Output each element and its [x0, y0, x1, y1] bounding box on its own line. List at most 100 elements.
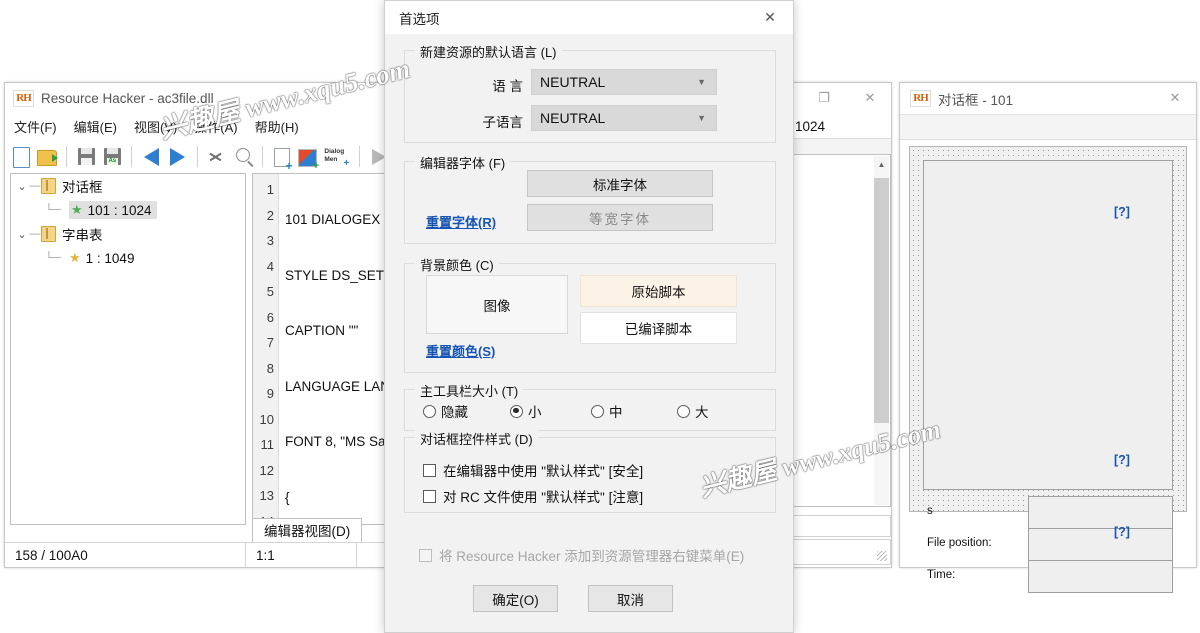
- preview-edit-0[interactable]: [1028, 496, 1173, 529]
- replace-resource-icon[interactable]: [298, 145, 319, 172]
- close-icon[interactable]: ✕: [1154, 83, 1196, 113]
- dialog-design-canvas[interactable]: s File position: Time:: [909, 146, 1187, 593]
- radio-icon: [423, 404, 436, 418]
- select-language[interactable]: NEUTRAL ▼: [531, 69, 717, 95]
- chevron-down-icon[interactable]: ⌄: [15, 180, 29, 193]
- reset-color-link[interactable]: 重置颜色(S): [426, 341, 495, 360]
- preview-label-2: Time:: [927, 569, 956, 581]
- tree-node-dialogs[interactable]: ⌄ — 对话框: [11, 174, 245, 198]
- resize-grip-icon[interactable]: [877, 551, 887, 561]
- new-file-icon[interactable]: [11, 145, 31, 168]
- line-number: 12: [259, 462, 274, 478]
- preview-edit-2[interactable]: [1028, 560, 1173, 593]
- help-shell-link[interactable]: [?]: [1114, 525, 1130, 539]
- menu-item-view[interactable]: 视图(V): [134, 117, 177, 136]
- preview-label-0: s: [927, 505, 933, 517]
- save-as-icon[interactable]: [102, 145, 122, 168]
- menu-bar: 文件(F) 编辑(E) 视图(V) 操作(A) 帮助(H): [5, 113, 389, 139]
- line-number: 3: [266, 233, 274, 248]
- cut-icon[interactable]: [206, 145, 226, 168]
- image-color-button[interactable]: 图像: [426, 275, 568, 334]
- radio-toolbar-small[interactable]: 小: [510, 401, 542, 421]
- help-font-link[interactable]: [?]: [1114, 205, 1130, 219]
- tree-item-dialog-101[interactable]: └─ ★ 101 : 1024: [11, 198, 245, 222]
- checkbox-label: 将 Resource Hacker 添加到资源管理器右键菜单(E): [439, 549, 745, 564]
- radio-label: 大: [695, 405, 709, 420]
- dialog-preview-window: RH 对话框 - 101 ✕ s File position: Time:: [899, 82, 1197, 593]
- line-number: 1: [266, 182, 274, 197]
- checkbox-icon: [419, 548, 432, 562]
- save-icon[interactable]: [76, 145, 96, 168]
- vertical-scrollbar[interactable]: ▲: [874, 156, 889, 505]
- checkbox-label: 在编辑器中使用 "默认样式" [安全]: [443, 464, 644, 479]
- scrollbar-thumb[interactable]: [874, 178, 889, 423]
- tree-node-label: 字串表: [62, 228, 103, 243]
- tree-item-string-1[interactable]: └─ ★ 1 : 1049: [11, 246, 245, 270]
- toolbar-separator: [66, 145, 68, 167]
- maximize-icon[interactable]: ❐: [803, 83, 845, 113]
- tab-editor-view[interactable]: 编辑器视图(D): [252, 518, 363, 543]
- checkbox-rc-default-style[interactable]: 对 RC 文件使用 "默认样式" [注意]: [423, 486, 643, 506]
- radio-icon-selected: [510, 404, 523, 418]
- star-green-icon: ★: [71, 202, 83, 217]
- raw-script-color-button[interactable]: 原始脚本: [580, 275, 737, 307]
- line-number: 6: [266, 309, 274, 325]
- code-text[interactable]: 101 DIALOGEX ( STYLE DS_SETFC CAPTION ""…: [279, 174, 384, 524]
- line-number: 2: [266, 207, 274, 223]
- dialog-menu-icon[interactable]: Dialog Men: [324, 145, 350, 169]
- group-title: 背景颜色 (C): [415, 255, 499, 274]
- add-resource-icon[interactable]: [272, 145, 293, 172]
- line-number: 13: [259, 488, 274, 503]
- menu-item-help[interactable]: 帮助(H): [255, 117, 299, 136]
- label-language: 语 言: [492, 79, 523, 94]
- close-icon[interactable]: ✕: [849, 83, 891, 113]
- standard-font-button[interactable]: 标准字体: [527, 170, 713, 197]
- open-folder-icon[interactable]: [37, 145, 59, 168]
- code-editor[interactable]: 1 2 3 4 5 6 7 8 9 10 11 12 13 14 101 DIA…: [252, 173, 385, 525]
- ok-button[interactable]: 确定(O): [473, 585, 558, 612]
- chevron-down-icon: ▼: [697, 113, 706, 123]
- radio-toolbar-medium[interactable]: 中: [591, 401, 623, 421]
- tree-connector: └─: [45, 204, 61, 216]
- tree-node-stringtable[interactable]: ⌄ — 字串表: [11, 222, 245, 246]
- window-title: Resource Hacker - ac3file.dll: [41, 90, 214, 106]
- menu-item-file[interactable]: 文件(F): [14, 117, 57, 136]
- radio-icon: [677, 404, 690, 418]
- monospace-font-button[interactable]: 等宽字体: [527, 204, 713, 231]
- menu-item-edit[interactable]: 编辑(E): [74, 117, 117, 136]
- export-up-icon[interactable]: [141, 145, 161, 168]
- compiled-script-color-button[interactable]: 已编译脚本: [580, 312, 737, 344]
- select-sublanguage[interactable]: NEUTRAL ▼: [531, 105, 717, 131]
- code-line: STYLE DS_SETFC: [285, 267, 384, 283]
- find-icon[interactable]: [233, 145, 253, 168]
- toolbar: DialogMen: [5, 139, 389, 173]
- resource-tree[interactable]: ⌄ — 对话框 └─ ★ 101 : 1024 ⌄ — 字串表 └─ ★ 1:…: [10, 173, 246, 525]
- menu-item-action[interactable]: 操作(A): [194, 117, 237, 136]
- radio-toolbar-hidden[interactable]: 隐藏: [423, 401, 468, 421]
- checkbox-editor-default-style[interactable]: 在编辑器中使用 "默认样式" [安全]: [423, 460, 643, 480]
- group-title: 主工具栏大小 (T): [415, 381, 524, 400]
- resource-hacker-main-window: RH Resource Hacker - ac3file.dll 文件(F) 编…: [4, 82, 390, 568]
- group-title: 编辑器字体 (F): [415, 153, 511, 172]
- cancel-button[interactable]: 取消: [588, 585, 673, 612]
- import-down-icon[interactable]: [167, 145, 187, 168]
- toolbar-separator: [359, 145, 360, 167]
- checkbox-icon: [423, 489, 436, 503]
- reset-font-link[interactable]: 重置字体(R): [426, 212, 496, 231]
- radio-icon: [591, 404, 604, 418]
- preview-edit-1[interactable]: [1028, 528, 1173, 561]
- status-divider: [356, 543, 357, 567]
- close-icon[interactable]: ✕: [747, 1, 793, 34]
- editor-tab-bar: 编辑器视图(D): [252, 517, 363, 543]
- status-offset: 158 / 100A0: [15, 547, 88, 563]
- preview-frame-control[interactable]: [923, 160, 1173, 490]
- radio-toolbar-large[interactable]: 大: [677, 401, 709, 421]
- line-number-gutter: 1 2 3 4 5 6 7 8 9 10 11 12 13 14: [253, 174, 279, 524]
- help-ctrlstyle-link[interactable]: [?]: [1114, 453, 1130, 467]
- scroll-up-icon[interactable]: ▲: [874, 156, 889, 172]
- line-number: 7: [266, 335, 274, 350]
- checkbox-add-shell-menu[interactable]: 将 Resource Hacker 添加到资源管理器右键菜单(E): [419, 545, 744, 565]
- app-logo-icon: RH: [13, 89, 34, 107]
- chevron-down-icon[interactable]: ⌄: [15, 228, 29, 241]
- main-titlebar: RH Resource Hacker - ac3file.dll: [5, 83, 389, 113]
